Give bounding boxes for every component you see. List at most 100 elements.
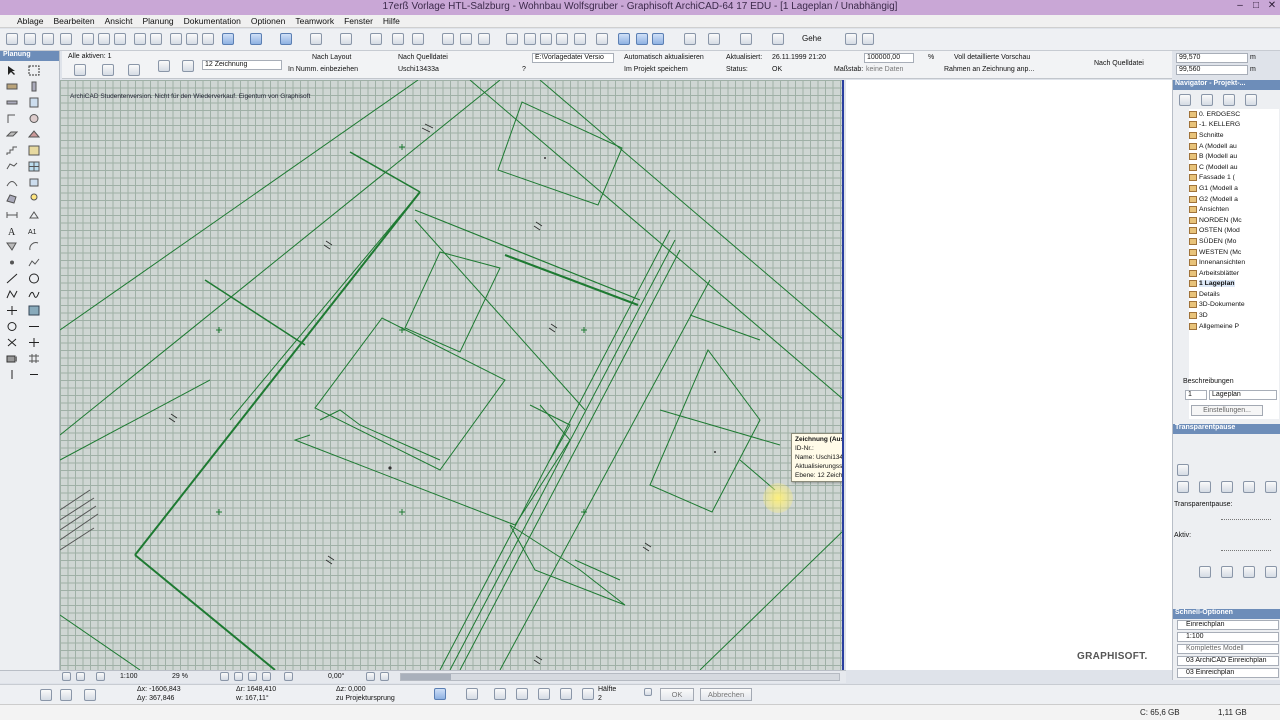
stair-tool-icon[interactable] xyxy=(6,145,18,156)
trace-mirror-icon[interactable] xyxy=(1243,566,1255,578)
change-tool-icon[interactable] xyxy=(6,337,18,348)
navigator-item[interactable]: Fassade 1 ( xyxy=(1189,173,1279,184)
model-view-icon[interactable] xyxy=(636,33,648,45)
trace-icon[interactable] xyxy=(1177,464,1189,476)
arc-tool-icon[interactable] xyxy=(28,273,40,284)
zoom-next-icon[interactable] xyxy=(234,672,243,681)
settings-button[interactable]: Einstellungen... xyxy=(1191,405,1263,416)
render-icon[interactable] xyxy=(845,33,857,45)
snap-guides-icon[interactable] xyxy=(250,33,262,45)
floor-plan-icon[interactable] xyxy=(708,33,720,45)
level-dimension-icon[interactable] xyxy=(28,209,40,220)
cancel-button[interactable]: Abbrechen xyxy=(700,688,752,701)
y-coordinate-field[interactable]: 99,560 xyxy=(1176,65,1248,75)
delta-y-value[interactable]: Δy: 367,846 xyxy=(137,695,174,702)
menu-ablage[interactable]: Ablage xyxy=(12,15,48,27)
navigator-item[interactable]: Details xyxy=(1189,289,1279,300)
trace-move-icon[interactable] xyxy=(1199,566,1211,578)
quick-option-plan[interactable]: Einreichplan xyxy=(1177,620,1279,630)
column-tool-icon[interactable] xyxy=(28,81,40,92)
paste-icon[interactable] xyxy=(114,33,126,45)
inject-icon[interactable] xyxy=(202,33,214,45)
quick-option-scale[interactable]: 1:100 xyxy=(1177,632,1279,642)
auto-update-checkbox[interactable]: Automatisch aktualisieren xyxy=(624,54,704,61)
section-marker-icon[interactable] xyxy=(618,33,630,45)
trace-rotate-icon[interactable] xyxy=(1221,566,1233,578)
navigator-item[interactable]: G2 (Modell a xyxy=(1189,194,1279,205)
fit-frame-label[interactable]: Rahmen an Zeichnung anp... xyxy=(944,66,1034,73)
fillet-icon[interactable] xyxy=(574,33,586,45)
zone-tool-icon[interactable] xyxy=(28,145,40,156)
close-button[interactable]: ✕ xyxy=(1266,0,1278,13)
menu-ansicht[interactable]: Ansicht xyxy=(100,15,138,27)
menu-fenster[interactable]: Fenster xyxy=(339,15,378,27)
fit-window-icon[interactable] xyxy=(96,672,105,681)
trim-icon[interactable] xyxy=(506,33,518,45)
layout-book-icon[interactable] xyxy=(1223,94,1235,106)
zoom-previous-icon[interactable] xyxy=(220,672,229,681)
figure-tool-icon[interactable] xyxy=(28,257,40,268)
worksheet-tool-icon[interactable] xyxy=(28,321,40,332)
label-tool-icon[interactable]: A1 xyxy=(28,225,40,236)
trace-options-icon[interactable] xyxy=(1177,481,1189,493)
perpendicular-icon[interactable] xyxy=(494,688,506,700)
door-tool-icon[interactable] xyxy=(6,113,18,124)
elevation-tool-icon[interactable] xyxy=(28,369,40,380)
fill-tool-icon[interactable] xyxy=(6,241,18,252)
include-numbering-checkbox[interactable]: In Numm. einbeziehen xyxy=(288,66,358,73)
mesh-tool-icon[interactable] xyxy=(6,161,18,172)
line-tool-icon[interactable] xyxy=(6,273,18,284)
offset-icon[interactable] xyxy=(538,688,550,700)
hotspot-tool-icon[interactable] xyxy=(6,257,18,268)
explode-icon[interactable] xyxy=(596,33,608,45)
pick-up-icon[interactable] xyxy=(186,33,198,45)
navigate-icon[interactable] xyxy=(380,672,389,681)
walk-icon[interactable] xyxy=(862,33,874,45)
layer-combination-icon[interactable] xyxy=(280,33,292,45)
spline-tool-icon[interactable] xyxy=(28,289,40,300)
navigator-item[interactable]: Arbeitsblätter xyxy=(1189,268,1279,279)
pan-icon[interactable] xyxy=(262,672,271,681)
x-coordinate-field[interactable]: 99,570 xyxy=(1176,53,1248,63)
quick-option-layers[interactable]: 03 Einreichplan xyxy=(1177,668,1279,678)
parallel-icon[interactable] xyxy=(466,688,478,700)
set-orientation-icon[interactable] xyxy=(366,672,375,681)
trace-show-icon[interactable] xyxy=(1199,481,1211,493)
copy-icon[interactable] xyxy=(98,33,110,45)
delta-r-value[interactable]: Δr: 1648,410 xyxy=(236,686,276,693)
navigator-tree[interactable]: 0. ERDGESC -1. KELLERG Schnitte A (Modell a… xyxy=(1189,109,1279,419)
zoom-display[interactable]: 29 % xyxy=(172,673,188,680)
id-field[interactable]: 1 xyxy=(1185,390,1207,400)
menu-hilfe[interactable]: Hilfe xyxy=(378,15,405,27)
zoom-out-icon[interactable] xyxy=(76,672,85,681)
lamp-tool-icon[interactable] xyxy=(28,193,40,204)
align-icon[interactable] xyxy=(392,33,404,45)
slab-tool-icon[interactable] xyxy=(5,129,19,140)
relative-construction-icon[interactable] xyxy=(60,689,72,701)
quick-option-penset[interactable]: 03 ArchiCAD Einreichplan xyxy=(1177,656,1279,666)
scrollbar-thumb[interactable] xyxy=(401,674,451,680)
name-field[interactable]: Lageplan xyxy=(1209,390,1277,400)
trace-reset-icon[interactable] xyxy=(1243,481,1255,493)
navigator-item[interactable]: C (Modell au xyxy=(1189,162,1279,173)
grid-tool-icon[interactable] xyxy=(28,353,40,364)
navigator-item[interactable]: G1 (Modell a xyxy=(1189,183,1279,194)
maximize-button[interactable]: □ xyxy=(1250,0,1262,13)
navigator-item[interactable]: 3D-Dokumente xyxy=(1189,300,1279,311)
object-tool-icon[interactable] xyxy=(28,113,40,124)
navigator-item[interactable]: NORDEN (Mc xyxy=(1189,215,1279,226)
curtain-wall-icon[interactable] xyxy=(28,161,40,172)
radial-dimension-icon[interactable] xyxy=(28,241,40,252)
marquee-tool-icon[interactable] xyxy=(28,65,40,76)
navigator-item[interactable]: OSTEN (Mod xyxy=(1189,226,1279,237)
new-file-icon[interactable] xyxy=(6,33,18,45)
print-icon[interactable] xyxy=(60,33,72,45)
goto-label[interactable]: Gehe xyxy=(802,34,822,43)
trace-align-icon[interactable] xyxy=(1265,566,1277,578)
save-icon[interactable] xyxy=(42,33,54,45)
layout-view-icon[interactable] xyxy=(772,33,784,45)
navigator-item[interactable]: 3D xyxy=(1189,310,1279,321)
menu-teamwork[interactable]: Teamwork xyxy=(290,15,339,27)
navigator-item[interactable]: WESTEN (Mc xyxy=(1189,247,1279,258)
wall-tool-icon[interactable] xyxy=(6,81,18,92)
